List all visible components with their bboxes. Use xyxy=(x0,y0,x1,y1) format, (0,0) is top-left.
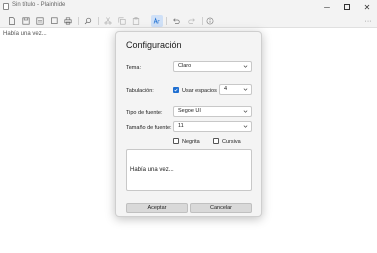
dialog-title: Configuración xyxy=(126,40,182,50)
save-icon xyxy=(22,17,30,25)
theme-select[interactable]: Claro xyxy=(173,61,252,72)
settings-dialog: Configuración Tema: Claro Tabulación: Us… xyxy=(115,31,262,217)
save-as-icon xyxy=(36,17,44,25)
chevron-down-icon xyxy=(243,65,248,68)
font-settings-icon xyxy=(153,17,160,24)
font-type-label: Tipo de fuente: xyxy=(126,110,163,116)
italic-label[interactable]: Cursiva xyxy=(222,139,241,145)
undo-button[interactable] xyxy=(170,15,182,27)
maximize-icon xyxy=(344,4,350,10)
toolbar-separator xyxy=(166,17,167,25)
cancel-button[interactable]: Cancelar xyxy=(190,203,252,213)
font-size-select[interactable]: 11 xyxy=(173,121,252,132)
toolbar-separator xyxy=(78,17,79,25)
find-button[interactable] xyxy=(82,15,94,27)
redo-button[interactable] xyxy=(186,15,198,27)
font-preview: Había una vez... xyxy=(126,149,252,191)
info-button[interactable] xyxy=(204,15,216,27)
use-spaces-label[interactable]: Usar espacios xyxy=(182,88,217,94)
new-file-button[interactable] xyxy=(6,15,18,27)
chevron-down-icon xyxy=(243,125,248,128)
editor-text[interactable]: Había una vez... xyxy=(3,31,47,37)
bold-label[interactable]: Negrita xyxy=(182,139,200,145)
info-icon xyxy=(206,17,214,25)
cut-button[interactable] xyxy=(102,15,114,27)
minimize-icon: ─ xyxy=(324,2,330,12)
more-button[interactable]: ··· xyxy=(362,15,374,27)
tab-size-select[interactable]: 4 xyxy=(219,84,252,95)
bold-checkbox[interactable] xyxy=(173,138,179,144)
paste-button[interactable] xyxy=(130,15,142,27)
print-button[interactable] xyxy=(62,15,74,27)
title-bar: Sin título - Plainhide ─ ✕ xyxy=(0,0,377,14)
minimize-button[interactable]: ─ xyxy=(317,0,337,14)
font-settings-button[interactable] xyxy=(151,15,163,27)
new-file-icon xyxy=(9,17,15,25)
use-spaces-checkbox[interactable] xyxy=(173,87,179,93)
toolbar-separator xyxy=(202,17,203,25)
font-type-select[interactable]: Segoe UI xyxy=(173,106,252,117)
more-icon: ··· xyxy=(364,17,372,25)
window-title: Sin título - Plainhide xyxy=(12,2,66,8)
accept-button[interactable]: Aceptar xyxy=(126,203,188,213)
paste-icon xyxy=(132,17,140,25)
toolbar-separator xyxy=(98,17,99,25)
find-icon xyxy=(84,17,92,25)
cut-icon xyxy=(104,17,112,25)
copy-icon xyxy=(118,17,126,25)
maximize-button[interactable] xyxy=(337,0,357,14)
save-as-button[interactable] xyxy=(34,15,46,27)
theme-label: Tema: xyxy=(126,65,141,71)
undo-icon xyxy=(173,18,180,24)
close-button[interactable]: ✕ xyxy=(357,0,377,14)
toolbar: ··· xyxy=(0,14,377,28)
tab-size-value: 4 xyxy=(224,86,228,92)
preview-text: Había una vez... xyxy=(130,167,174,173)
checkmark-icon xyxy=(174,88,178,92)
save-as-icon xyxy=(50,17,58,24)
app-icon xyxy=(3,3,9,10)
font-size-value: 11 xyxy=(178,123,184,129)
chevron-down-icon xyxy=(243,88,248,91)
redo-icon xyxy=(188,18,195,24)
tab-label: Tabulación: xyxy=(126,88,154,94)
font-size-label: Tamaño de fuente: xyxy=(126,125,172,131)
print-icon xyxy=(64,17,72,25)
close-icon: ✕ xyxy=(363,2,371,12)
italic-checkbox[interactable] xyxy=(213,138,219,144)
copy-button[interactable] xyxy=(116,15,128,27)
font-type-value: Segoe UI xyxy=(178,108,201,114)
chevron-down-icon xyxy=(243,110,248,113)
save-copy-button[interactable] xyxy=(48,15,60,27)
save-button[interactable] xyxy=(20,15,32,27)
theme-value: Claro xyxy=(178,63,192,69)
